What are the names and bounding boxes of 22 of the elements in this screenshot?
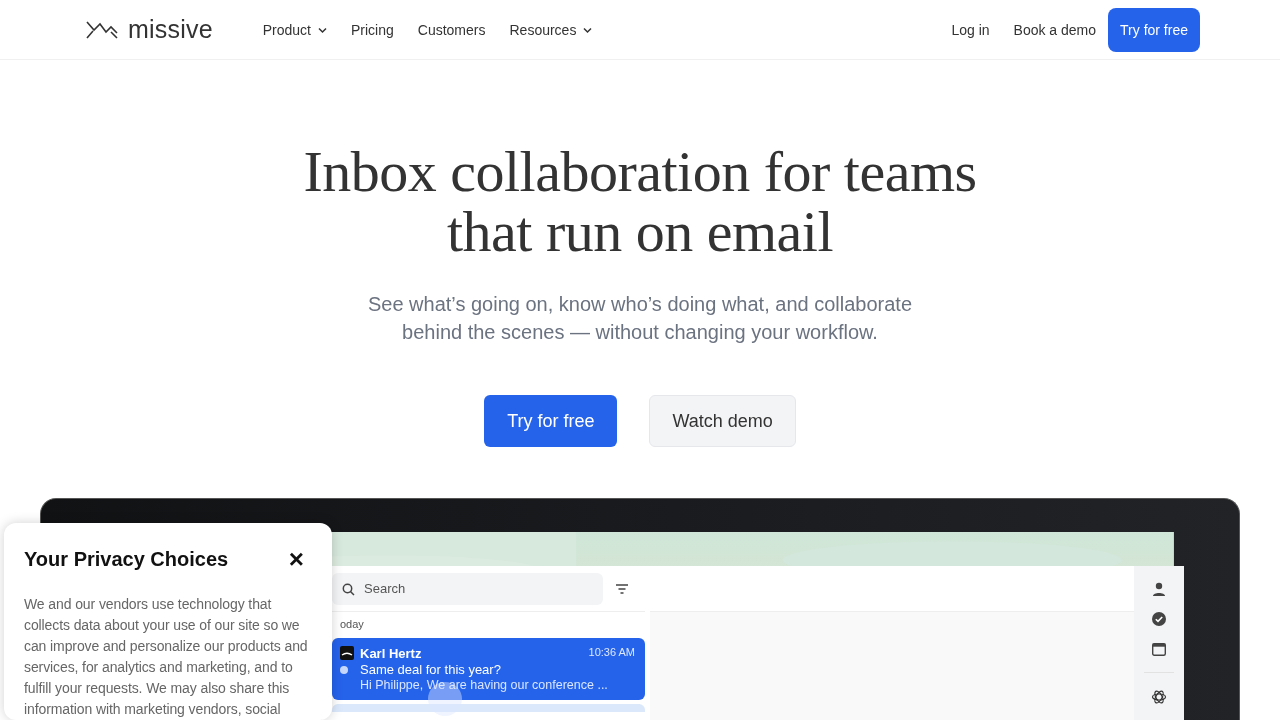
group-label: oday	[339, 617, 365, 632]
conversation-item[interactable]: Karl Hertz 10:36 AM Same deal for this year? Hi Philippe, We are having our conference ...	[332, 638, 645, 700]
book-demo-link[interactable]: Book a demo	[1013, 21, 1097, 38]
message-preview: Hi Philippe, We are having our conference ...	[360, 678, 609, 692]
try-free-button[interactable]: Try for free	[1108, 7, 1200, 52]
dialog-title: Your Privacy Choices	[24, 547, 229, 571]
nav-link[interactable]: Resources	[509, 21, 593, 38]
message-time: 10:36 AM	[588, 646, 635, 660]
privacy-text: We and our vendors use technology that collects data about your use of our site so we can improve and personalize our products and services, for analytics and marketing, and to fulfill your requests. We may also share this information with marketing vendors, social	[24, 595, 309, 719]
hero-subtitle: See what’s going on, know who’s doing what, and collaborate behind the scenes — without changing your workflow.	[366, 292, 914, 345]
hero-title: Inbox collaboration for teams that run on email	[302, 142, 978, 262]
search-field[interactable]: Search	[332, 572, 603, 605]
login-link[interactable]: Log in	[951, 21, 990, 38]
close-button[interactable]: ×	[280, 547, 312, 571]
nav-link[interactable]: Product	[262, 21, 327, 38]
sender-name: Karl Hertz	[360, 646, 423, 661]
watch-demo-button[interactable]: Watch demo	[649, 395, 796, 447]
brand-name[interactable]: missive	[128, 15, 213, 44]
try-free-button[interactable]: Try for free	[484, 395, 618, 447]
nav-link[interactable]: Pricing	[351, 21, 394, 38]
nav-link[interactable]: Customers	[417, 21, 486, 38]
message-subject: Same deal for this year?	[360, 662, 502, 677]
